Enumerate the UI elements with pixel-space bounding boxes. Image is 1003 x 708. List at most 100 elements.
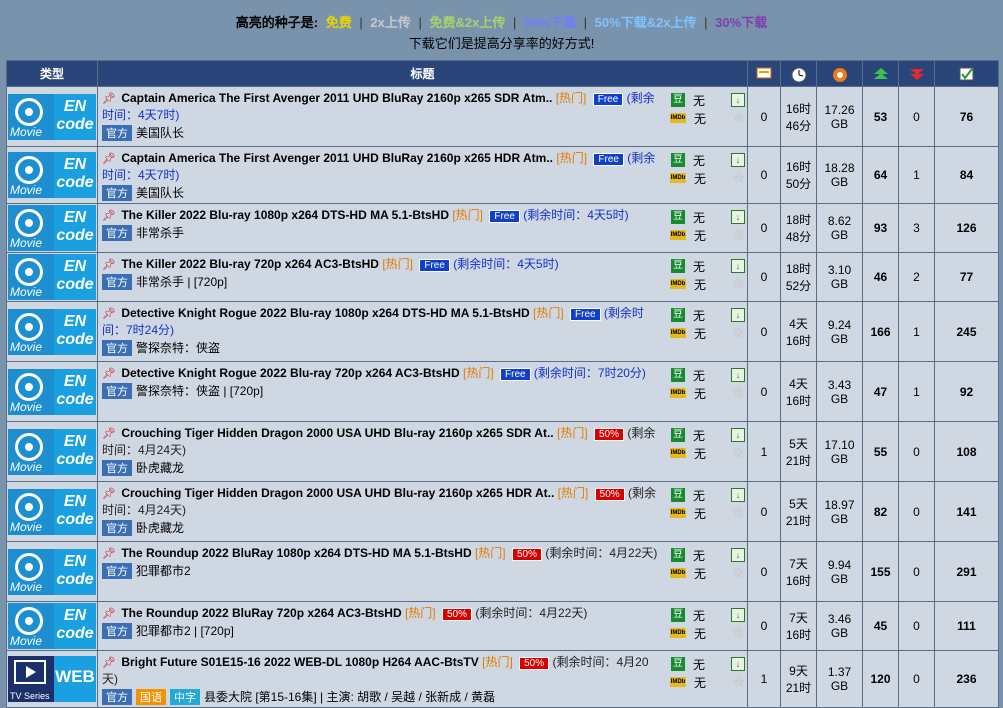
category-icon[interactable]: Movie EN code	[8, 93, 96, 140]
imdb-icon[interactable]: IMDb	[670, 677, 686, 687]
seeders-count[interactable]: 46	[862, 252, 899, 302]
completed-count[interactable]: 141	[934, 481, 999, 542]
bookmark-star-icon[interactable]: ☆	[732, 325, 745, 340]
category-cell[interactable]: Movie EN code	[6, 601, 98, 651]
seeders-count[interactable]: 166	[862, 301, 899, 362]
download-icon[interactable]: ↓	[731, 608, 745, 622]
category-cell[interactable]: Movie EN code	[6, 301, 98, 362]
imdb-icon[interactable]: IMDb	[670, 113, 686, 123]
category-cell[interactable]: Movie EN code	[6, 541, 98, 602]
category-cell[interactable]: TV Series WEB	[6, 650, 98, 708]
completed-count[interactable]: 108	[934, 421, 999, 482]
bookmark-star-icon[interactable]: ☆	[732, 110, 745, 125]
tag-badge[interactable]: 官方	[102, 689, 132, 705]
download-icon[interactable]: ↓	[731, 488, 745, 502]
bookmark-star-icon[interactable]: ☆	[732, 170, 745, 185]
imdb-icon[interactable]: IMDb	[670, 328, 686, 338]
category-cell[interactable]: Movie EN code	[6, 481, 98, 542]
download-icon[interactable]: ↓	[731, 308, 745, 322]
comments-count[interactable]: 0	[747, 146, 781, 204]
comments-count[interactable]: 0	[747, 86, 781, 147]
tag-badge[interactable]: 官方	[102, 125, 132, 141]
column-time[interactable]	[780, 60, 817, 87]
tag-badge[interactable]: 官方	[102, 274, 132, 290]
column-seeders[interactable]	[862, 60, 899, 87]
column-leechers[interactable]	[898, 60, 935, 87]
douban-icon[interactable]: 豆	[671, 488, 685, 502]
tag-badge[interactable]: 官方	[102, 563, 132, 579]
leechers-count[interactable]: 1	[898, 146, 935, 204]
completed-count[interactable]: 291	[934, 541, 999, 602]
imdb-icon[interactable]: IMDb	[670, 388, 686, 398]
comments-count[interactable]: 1	[747, 421, 781, 482]
tag-badge[interactable]: 官方	[102, 520, 132, 536]
seeders-count[interactable]: 55	[862, 421, 899, 482]
download-icon[interactable]: ↓	[731, 93, 745, 107]
leechers-count[interactable]: 0	[898, 481, 935, 542]
imdb-icon[interactable]: IMDb	[670, 508, 686, 518]
category-icon[interactable]: Movie EN code	[8, 205, 96, 251]
leechers-count[interactable]: 0	[898, 650, 935, 708]
bookmark-star-icon[interactable]: ☆	[732, 227, 745, 242]
category-cell[interactable]: Movie EN code	[6, 86, 98, 147]
completed-count[interactable]: 126	[934, 203, 999, 253]
comments-count[interactable]: 0	[747, 541, 781, 602]
imdb-icon[interactable]: IMDb	[670, 448, 686, 458]
bookmark-star-icon[interactable]: ☆	[732, 565, 745, 580]
torrent-name-link[interactable]: Crouching Tiger Hidden Dragon 2000 USA U…	[121, 426, 553, 440]
column-type[interactable]: 类型	[6, 60, 98, 87]
download-icon[interactable]: ↓	[731, 259, 745, 273]
category-icon[interactable]: Movie EN code	[8, 548, 96, 595]
torrent-name-link[interactable]: Captain America The First Avenger 2011 U…	[121, 91, 552, 105]
leechers-count[interactable]: 0	[898, 601, 935, 651]
douban-icon[interactable]: 豆	[671, 608, 685, 622]
tag-badge[interactable]: 官方	[102, 225, 132, 241]
leechers-count[interactable]: 0	[898, 541, 935, 602]
comments-count[interactable]: 0	[747, 361, 781, 422]
category-icon[interactable]: Movie EN code	[8, 152, 96, 198]
category-cell[interactable]: Movie EN code	[6, 203, 98, 253]
seeders-count[interactable]: 82	[862, 481, 899, 542]
leechers-count[interactable]: 0	[898, 421, 935, 482]
seeders-count[interactable]: 53	[862, 86, 899, 147]
imdb-icon[interactable]: IMDb	[670, 628, 686, 638]
category-icon[interactable]: Movie EN code	[8, 488, 96, 535]
torrent-name-link[interactable]: Detective Knight Rogue 2022 Blu-ray 720p…	[121, 366, 459, 380]
completed-count[interactable]: 236	[934, 650, 999, 708]
douban-icon[interactable]: 豆	[671, 657, 685, 671]
comments-count[interactable]: 1	[747, 650, 781, 708]
category-cell[interactable]: Movie EN code	[6, 361, 98, 422]
category-cell[interactable]: Movie EN code	[6, 146, 98, 204]
douban-icon[interactable]: 豆	[671, 548, 685, 562]
seeders-count[interactable]: 64	[862, 146, 899, 204]
leechers-count[interactable]: 0	[898, 86, 935, 147]
category-icon[interactable]: Movie EN code	[8, 428, 96, 475]
comments-count[interactable]: 0	[747, 301, 781, 362]
imdb-icon[interactable]: IMDb	[670, 279, 686, 289]
completed-count[interactable]: 111	[934, 601, 999, 651]
seeders-count[interactable]: 155	[862, 541, 899, 602]
torrent-name-link[interactable]: Bright Future S01E15-16 2022 WEB-DL 1080…	[121, 655, 478, 669]
completed-count[interactable]: 245	[934, 301, 999, 362]
comments-count[interactable]: 0	[747, 481, 781, 542]
column-completed[interactable]	[934, 60, 999, 87]
category-icon[interactable]: Movie EN code	[8, 254, 96, 300]
torrent-name-link[interactable]: Captain America The First Avenger 2011 U…	[121, 151, 553, 165]
seeders-count[interactable]: 120	[862, 650, 899, 708]
bookmark-star-icon[interactable]: ☆	[732, 625, 745, 640]
tag-badge[interactable]: 官方	[102, 340, 132, 356]
torrent-name-link[interactable]: The Killer 2022 Blu-ray 720p x264 AC3-Bt…	[121, 257, 379, 271]
douban-icon[interactable]: 豆	[671, 259, 685, 273]
douban-icon[interactable]: 豆	[671, 428, 685, 442]
seeders-count[interactable]: 47	[862, 361, 899, 422]
imdb-icon[interactable]: IMDb	[670, 173, 686, 183]
completed-count[interactable]: 77	[934, 252, 999, 302]
category-cell[interactable]: Movie EN code	[6, 421, 98, 482]
leechers-count[interactable]: 1	[898, 301, 935, 362]
tag-badge[interactable]: 国语	[136, 689, 166, 705]
tag-badge[interactable]: 官方	[102, 185, 132, 201]
bookmark-star-icon[interactable]: ☆	[732, 445, 745, 460]
download-icon[interactable]: ↓	[731, 657, 745, 671]
bookmark-star-icon[interactable]: ☆	[732, 385, 745, 400]
leechers-count[interactable]: 3	[898, 203, 935, 253]
